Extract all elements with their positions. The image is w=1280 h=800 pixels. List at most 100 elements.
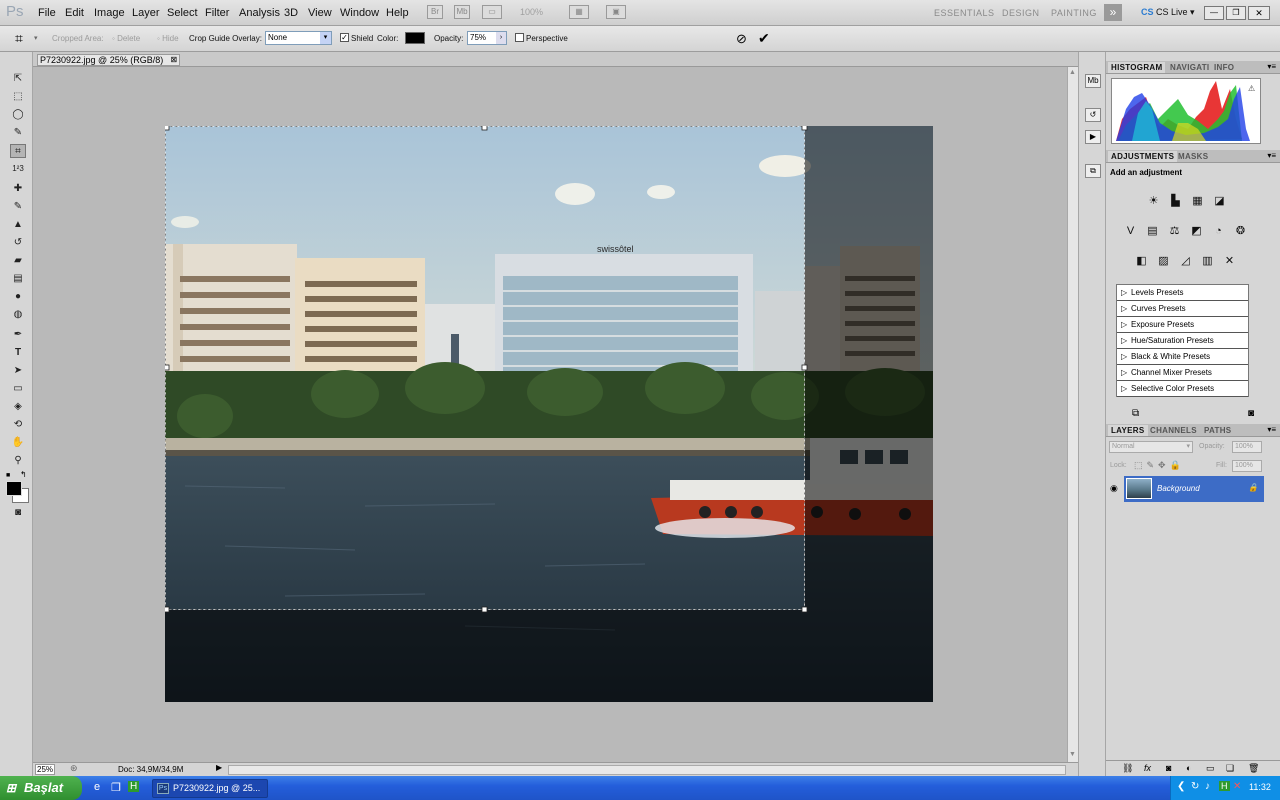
selective-color-icon[interactable]: ✕ xyxy=(1221,254,1238,269)
marquee-tool-icon[interactable]: ⬚ xyxy=(10,90,26,104)
layer-mask-toggle-icon[interactable]: ⧉ xyxy=(1132,408,1139,419)
tray-volume-icon[interactable]: ♪ xyxy=(1205,781,1210,792)
gradient-map-icon[interactable]: ▥ xyxy=(1199,254,1216,269)
scroll-down-icon[interactable]: ▼ xyxy=(1069,751,1076,758)
workspace-design[interactable]: DESIGN xyxy=(1002,8,1040,18)
tab-paths[interactable]: PATHS xyxy=(1204,426,1231,435)
menu-help[interactable]: Help xyxy=(386,7,409,19)
delete-layer-icon[interactable]: 🗑 xyxy=(1248,763,1259,774)
3d-orbit-tool-icon[interactable]: ⟲ xyxy=(10,418,26,432)
shield-color-swatch[interactable] xyxy=(405,32,425,44)
delete-option[interactable]: ◦ Delete xyxy=(112,34,140,43)
preset-selective-color[interactable]: ▷ Selective Color Presets xyxy=(1117,381,1248,397)
tray-app-icon[interactable]: H xyxy=(1219,781,1230,791)
crop-tool-icon[interactable]: ⌗ xyxy=(10,144,26,158)
channel-mixer-icon[interactable]: ❂ xyxy=(1232,224,1249,239)
lasso-tool-icon[interactable]: ◯ xyxy=(10,108,26,122)
levels-icon[interactable]: ▙ xyxy=(1167,194,1184,209)
hide-option[interactable]: ◦ Hide xyxy=(157,34,179,43)
layer-visibility-eye-icon[interactable]: ◉ xyxy=(1110,483,1118,494)
ruler-tool-icon[interactable]: 1²3 xyxy=(10,162,26,176)
crop-tool-preset-icon[interactable]: ⌗ xyxy=(15,30,23,47)
document-tab[interactable]: P7230922.jpg @ 25% (RGB/8) ⊠ xyxy=(37,54,181,66)
gradient-tool-icon[interactable]: ▤ xyxy=(10,272,26,286)
workspace-more-button[interactable]: » xyxy=(1104,4,1122,21)
history-icon[interactable]: ↺ xyxy=(1085,108,1101,122)
tab-navigator[interactable]: NAVIGATI xyxy=(1170,63,1209,72)
curves-icon[interactable]: ▦ xyxy=(1189,194,1206,209)
shield-checkbox[interactable]: ✓ xyxy=(340,33,349,42)
healing-brush-tool-icon[interactable]: ✚ xyxy=(10,182,26,196)
start-button[interactable]: ⊞ Başlat xyxy=(0,776,82,800)
pen-tool-icon[interactable]: ✒ xyxy=(10,328,26,342)
eraser-tool-icon[interactable]: ▰ xyxy=(10,254,26,268)
black-white-icon[interactable]: ◩ xyxy=(1188,224,1205,239)
preset-exposure[interactable]: ▷ Exposure Presets xyxy=(1117,317,1248,333)
ie-quicklaunch-icon[interactable]: e xyxy=(94,781,100,793)
swap-colors-icon[interactable]: ↰ xyxy=(20,470,27,479)
add-mask-icon[interactable]: ◙ xyxy=(1166,763,1171,773)
view-extras-icon[interactable]: ▭ xyxy=(482,5,502,19)
menu-select[interactable]: Select xyxy=(167,7,198,19)
zoom-level-display[interactable]: 100% xyxy=(520,7,543,17)
minimize-button[interactable]: — xyxy=(1204,6,1224,20)
horizontal-scrollbar[interactable] xyxy=(228,765,1066,775)
path-selection-tool-icon[interactable]: ➤ xyxy=(10,364,26,378)
blend-mode-select[interactable]: Normal ▾ xyxy=(1109,441,1193,453)
preset-curves[interactable]: ▷ Curves Presets xyxy=(1117,301,1248,317)
posterize-icon[interactable]: ▨ xyxy=(1155,254,1172,269)
restore-button[interactable]: ❐ xyxy=(1226,6,1246,20)
menu-window[interactable]: Window xyxy=(340,7,379,19)
history-brush-tool-icon[interactable]: ↺ xyxy=(10,236,26,250)
status-icon[interactable]: ⊛ xyxy=(70,763,78,774)
menu-file[interactable]: File xyxy=(38,7,56,19)
zoom-field[interactable]: 25% xyxy=(35,764,55,775)
invert-icon[interactable]: ◧ xyxy=(1133,254,1150,269)
menu-view[interactable]: View xyxy=(308,7,332,19)
hue-saturation-icon[interactable]: ▤ xyxy=(1144,224,1161,239)
threshold-icon[interactable]: ◿ xyxy=(1177,254,1194,269)
menu-filter[interactable]: Filter xyxy=(205,7,229,19)
workspace-essentials[interactable]: ESSENTIALS xyxy=(934,8,995,18)
layer-name[interactable]: Background xyxy=(1157,484,1200,493)
layer-style-icon[interactable]: fx xyxy=(1144,763,1151,773)
clone-stamp-tool-icon[interactable]: ▲ xyxy=(10,218,26,232)
launch-mini-bridge-icon[interactable]: Mb xyxy=(454,5,470,19)
brightness-contrast-icon[interactable]: ☀ xyxy=(1145,194,1162,209)
close-tab-icon[interactable]: ⊠ xyxy=(171,55,178,65)
taskbar-photoshop-item[interactable]: Ps P7230922.jpg @ 25... xyxy=(152,779,268,798)
doc-size-info[interactable]: Doc: 34,9M/34,9M xyxy=(118,765,183,774)
default-colors-icon[interactable]: ■ xyxy=(6,472,10,479)
tab-layers[interactable]: LAYERS xyxy=(1108,425,1148,436)
dodge-tool-icon[interactable]: ◍ xyxy=(10,308,26,322)
tab-info[interactable]: INFO xyxy=(1214,63,1234,72)
actions-icon[interactable]: ▶ xyxy=(1085,130,1101,144)
explorer-quicklaunch-icon[interactable]: ❐ xyxy=(111,781,121,794)
menu-analysis[interactable]: Analysis xyxy=(239,7,280,19)
tray-security-icon[interactable]: ✕ xyxy=(1233,781,1241,792)
fill-field[interactable]: 100% xyxy=(1232,460,1262,472)
new-group-icon[interactable]: ▭ xyxy=(1206,763,1215,774)
shape-tool-icon[interactable]: ▭ xyxy=(10,382,26,396)
quick-mask-icon[interactable]: ◙ xyxy=(10,506,26,520)
menu-layer[interactable]: Layer xyxy=(132,7,160,19)
crop-guide-overlay-select[interactable]: None ▾ xyxy=(265,31,332,45)
layer-row-background[interactable]: Background 🔒 xyxy=(1124,476,1264,502)
menu-edit[interactable]: Edit xyxy=(65,7,84,19)
tab-histogram[interactable]: HISTOGRAM xyxy=(1108,62,1166,73)
clip-to-layer-icon[interactable]: ◙ xyxy=(1248,408,1254,419)
cancel-icon[interactable]: ⊘ xyxy=(736,31,747,47)
vertical-scrollbar[interactable]: ▲ ▼ xyxy=(1067,67,1078,762)
exposure-icon[interactable]: ◪ xyxy=(1211,194,1228,209)
status-menu-arrow-icon[interactable]: ▶ xyxy=(216,763,222,772)
3d-rotate-tool-icon[interactable]: ◈ xyxy=(10,400,26,414)
tray-network-icon[interactable]: ↻ xyxy=(1191,781,1199,792)
vibrance-icon[interactable]: V xyxy=(1122,224,1139,239)
image-canvas[interactable]: swissôtel xyxy=(165,126,933,702)
histogram-warning-icon[interactable]: ⚠ xyxy=(1248,84,1255,93)
brush-tool-icon[interactable]: ✎ xyxy=(10,200,26,214)
perspective-checkbox[interactable] xyxy=(515,33,524,42)
layer-opacity-field[interactable]: 100% xyxy=(1232,441,1262,453)
preset-black-white[interactable]: ▷ Black & White Presets xyxy=(1117,349,1248,365)
mini-bridge-icon[interactable]: Mb xyxy=(1085,74,1101,88)
